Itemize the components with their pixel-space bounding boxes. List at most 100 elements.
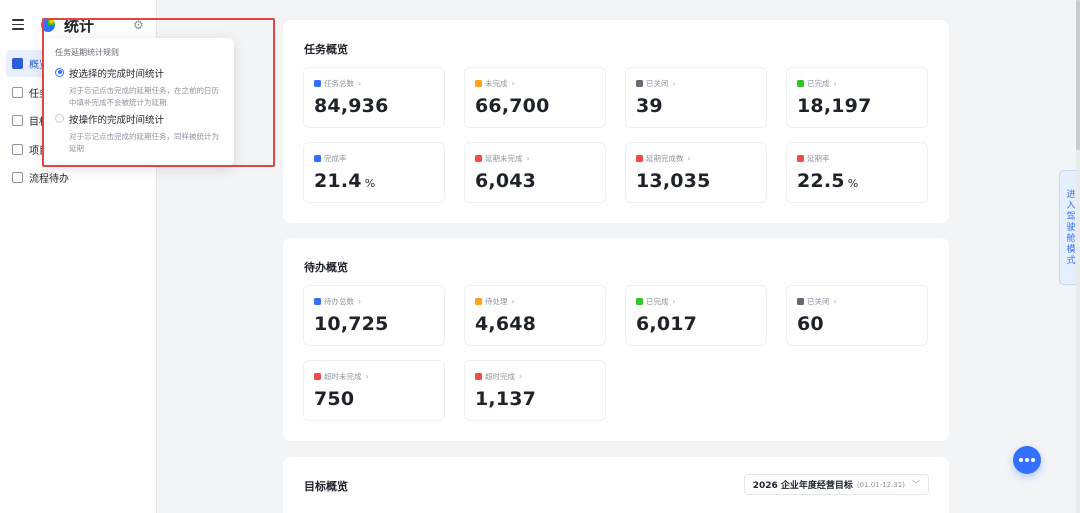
app-title: 统计 — [64, 17, 95, 35]
todo-stat-card[interactable]: 已完成 › 6,017 — [625, 285, 767, 346]
stat-value: 84,936 — [314, 95, 434, 117]
stat-number: 21.4 — [314, 170, 362, 192]
scrollbar[interactable] — [1076, 0, 1080, 513]
popover-title: 任务延期统计规则 — [55, 48, 119, 57]
stat-label: 超时完成 — [485, 372, 515, 381]
stat-header: 超时未完成 › — [314, 371, 434, 382]
stat-label: 已关闭 — [807, 297, 830, 306]
more-actions-button[interactable] — [1013, 446, 1041, 474]
stat-header: 已关闭 › — [636, 78, 756, 89]
task-overview-card: 任务概览 任务总数 › 84,936 未完成 › 66,700 已关闭 › 39 已完成 › 18,1… — [283, 20, 949, 223]
goal-selector-range: (01.01-12.31) — [856, 480, 905, 489]
todo-overview-card: 待办概览 待办总数 › 10,725 待处理 › 4,648 已完成 › 6,017 已关闭 › 60… — [283, 238, 949, 441]
stat-header: 延期完成数 › — [636, 153, 756, 164]
stat-icon — [636, 80, 643, 87]
stat-header: 延期未完成 › — [475, 153, 595, 164]
scrollbar-thumb[interactable] — [1076, 0, 1080, 150]
chevron-right-icon: › — [672, 297, 676, 306]
task-stat-card[interactable]: 延期完成数 › 13,035 — [625, 142, 767, 203]
sidebar-item-workflow-todos[interactable]: 流程待办 — [6, 164, 151, 191]
app-logo-icon — [41, 18, 55, 32]
radio-checked-icon[interactable] — [55, 67, 64, 77]
stat-header: 任务总数 › — [314, 78, 434, 89]
todo-stat-card[interactable]: 待办总数 › 10,725 — [303, 285, 445, 346]
chevron-right-icon: › — [365, 372, 369, 381]
menu-icon[interactable] — [12, 19, 24, 31]
stat-label: 延期未完成 — [485, 154, 523, 163]
chevron-right-icon: › — [358, 79, 362, 88]
chevron-right-icon: › — [687, 154, 691, 163]
radio-unchecked-icon[interactable] — [55, 113, 64, 123]
task-stat-card[interactable]: 延期率 22.5% — [786, 142, 928, 203]
stat-header: 已完成 › — [797, 78, 917, 89]
stat-header: 待办总数 › — [314, 296, 434, 307]
todo-stat-card[interactable]: 超时未完成 › 750 — [303, 360, 445, 421]
stat-label: 待处理 — [485, 297, 508, 306]
task-stat-card[interactable]: 延期未完成 › 6,043 — [464, 142, 606, 203]
stat-value: 13,035 — [636, 170, 756, 192]
rule-option-operation-time[interactable]: 按操作的完成时间统计 — [55, 112, 223, 126]
stat-number: 1,137 — [475, 388, 537, 410]
stat-number: 18,197 — [797, 95, 872, 117]
stat-icon — [797, 80, 804, 87]
option-label: 按选择的完成时间统计 — [69, 69, 165, 80]
stat-number: 84,936 — [314, 95, 389, 117]
stat-icon — [797, 155, 804, 162]
project-icon — [12, 143, 23, 155]
chevron-right-icon: › — [511, 79, 515, 88]
stat-header: 未完成 › — [475, 78, 595, 89]
stat-label: 延期完成数 — [646, 154, 684, 163]
goal-selector-dropdown[interactable]: 2026 企业年度经营目标 (01.01-12.31) ﹀ — [743, 474, 929, 495]
stat-icon — [636, 298, 643, 305]
task-stat-card[interactable]: 完成率 21.4% — [303, 142, 445, 203]
chevron-down-icon: ﹀ — [912, 480, 920, 489]
stat-label: 任务总数 — [324, 79, 354, 88]
sidebar-item-label: 流程待办 — [29, 174, 69, 185]
chevron-right-icon: › — [519, 372, 523, 381]
stat-icon — [314, 373, 321, 380]
stat-header: 超时完成 › — [475, 371, 595, 382]
stat-header: 待处理 › — [475, 296, 595, 307]
stat-icon — [314, 298, 321, 305]
stat-value: 18,197 — [797, 95, 917, 117]
task-stat-card[interactable]: 未完成 › 66,700 — [464, 67, 606, 128]
stat-icon — [314, 155, 321, 162]
stat-icon — [475, 373, 482, 380]
option-description: 对于忘记点击完成的延期任务，同样被统计为延期 — [69, 132, 219, 153]
stat-label: 完成率 — [324, 154, 347, 163]
todo-stat-card[interactable]: 待处理 › 4,648 — [464, 285, 606, 346]
stat-icon — [475, 80, 482, 87]
gear-icon[interactable]: ⚙ — [133, 19, 145, 31]
stat-label: 未完成 — [485, 79, 508, 88]
stat-header: 已关闭 › — [797, 296, 917, 307]
stat-header: 完成率 — [314, 153, 434, 164]
todo-stat-card[interactable]: 已关闭 › 60 — [786, 285, 928, 346]
stat-number: 39 — [636, 95, 663, 117]
task-stat-card[interactable]: 任务总数 › 84,936 — [303, 67, 445, 128]
rule-option-selected-time[interactable]: 按选择的完成时间统计 — [55, 66, 223, 80]
stat-value: 22.5% — [797, 170, 917, 192]
task-icon — [12, 86, 23, 98]
goal-selector-label: 2026 企业年度经营目标 — [752, 481, 853, 491]
stat-value: 21.4% — [314, 170, 434, 192]
todo-stat-card[interactable]: 超时完成 › 1,137 — [464, 360, 606, 421]
stat-label: 超时未完成 — [324, 372, 362, 381]
task-stat-card[interactable]: 已完成 › 18,197 — [786, 67, 928, 128]
delay-rule-popover: 任务延期统计规则 按选择的完成时间统计 对于忘记点击完成的延期任务，在之前的日历… — [44, 38, 234, 166]
card-title: 任务概览 — [304, 43, 348, 56]
stat-value: 750 — [314, 388, 434, 410]
option-description: 对于忘记点击完成的延期任务，在之前的日历中填补完成不会被统计为延期 — [69, 86, 219, 107]
stat-number: 60 — [797, 313, 824, 335]
stat-number: 4,648 — [475, 313, 537, 335]
stat-label: 待办总数 — [324, 297, 354, 306]
stat-icon — [797, 298, 804, 305]
stat-icon — [636, 155, 643, 162]
chevron-right-icon: › — [833, 79, 837, 88]
goal-overview-card: 目标概览 2026 企业年度经营目标 (01.01-12.31) ﹀ — [283, 457, 949, 513]
stat-icon — [475, 298, 482, 305]
chevron-right-icon: › — [526, 154, 530, 163]
chevron-right-icon: › — [833, 297, 837, 306]
card-title: 待办概览 — [304, 261, 348, 274]
task-stat-card[interactable]: 已关闭 › 39 — [625, 67, 767, 128]
stat-value: 66,700 — [475, 95, 595, 117]
